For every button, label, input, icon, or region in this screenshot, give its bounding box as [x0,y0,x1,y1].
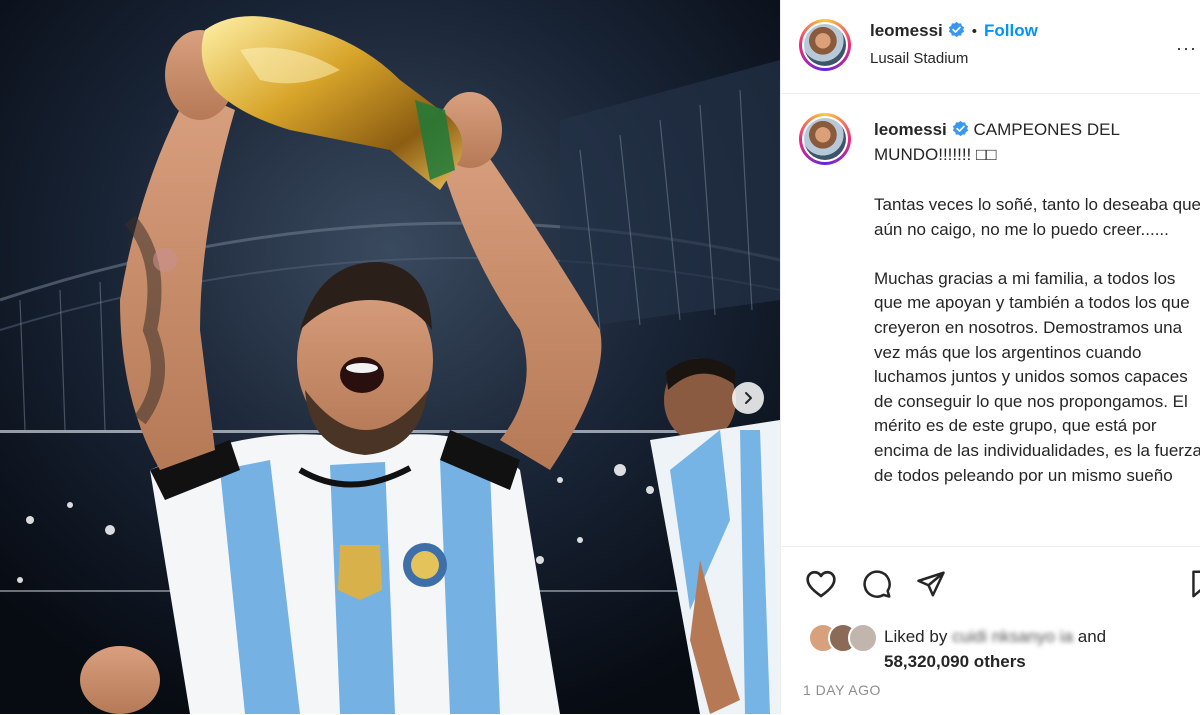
next-photo-button[interactable] [732,382,764,414]
liked-by-label: Liked by [884,627,948,646]
chevron-right-icon [745,392,752,404]
comment-icon[interactable] [861,569,893,599]
post-sidebar: leomessi • Follow Lusail Stadium ··· leom… [780,0,1200,714]
avatar-frame [802,22,848,68]
header-title-row: leomessi • Follow [870,21,1038,41]
header-username[interactable]: leomessi [870,21,943,40]
follow-button[interactable]: Follow [984,21,1038,40]
verified-badge-icon [952,120,968,137]
post-date[interactable]: 1 DAY AGO [803,682,881,698]
send-icon[interactable] [916,569,946,599]
caption-avatar[interactable] [799,113,851,165]
caption-paragraph-2: Muchas gracias a mi familia, a todos los… [874,268,1200,485]
bookmark-icon[interactable] [1191,569,1200,599]
caption-username[interactable]: leomessi [874,120,947,139]
caption-body: Tantas veces lo soñé, tanto lo deseaba q… [874,193,1200,488]
post-photo[interactable] [0,0,780,714]
liked-by-summary: Liked by cuidi nksanyo ia and 58,320,090… [884,624,1106,674]
avatar-image [804,24,846,66]
separator-dot: • [971,23,978,40]
caption-paragraph-1: Tantas veces lo soñé, tanto lo deseaba q… [874,195,1200,239]
instagram-post-window: leomessi • Follow Lusail Stadium ··· leom… [0,0,1200,714]
liked-by-avatars[interactable] [807,622,879,654]
liked-by-user[interactable]: cuidi nksanyo ia [952,627,1073,646]
caption-scroll-area[interactable]: leomessi CAMPEONES DEL MUNDO!!!!!!! □□ T… [781,94,1200,546]
caption-avatar-frame [802,116,848,162]
avatar[interactable] [799,19,851,71]
caption-avatar-image [804,118,846,160]
post-header: leomessi • Follow Lusail Stadium ··· [781,0,1200,94]
more-options-button[interactable]: ··· [1176,38,1197,59]
location-link[interactable]: Lusail Stadium [870,50,968,67]
verified-badge-icon [948,21,964,38]
caption-headline-block: leomessi CAMPEONES DEL MUNDO!!!!!!! □□ [874,118,1200,167]
liked-by-and: and [1077,627,1107,646]
stadium-celebration-image [0,0,780,714]
likes-count[interactable]: 58,320,090 others [884,652,1026,671]
heart-icon[interactable] [805,569,837,599]
